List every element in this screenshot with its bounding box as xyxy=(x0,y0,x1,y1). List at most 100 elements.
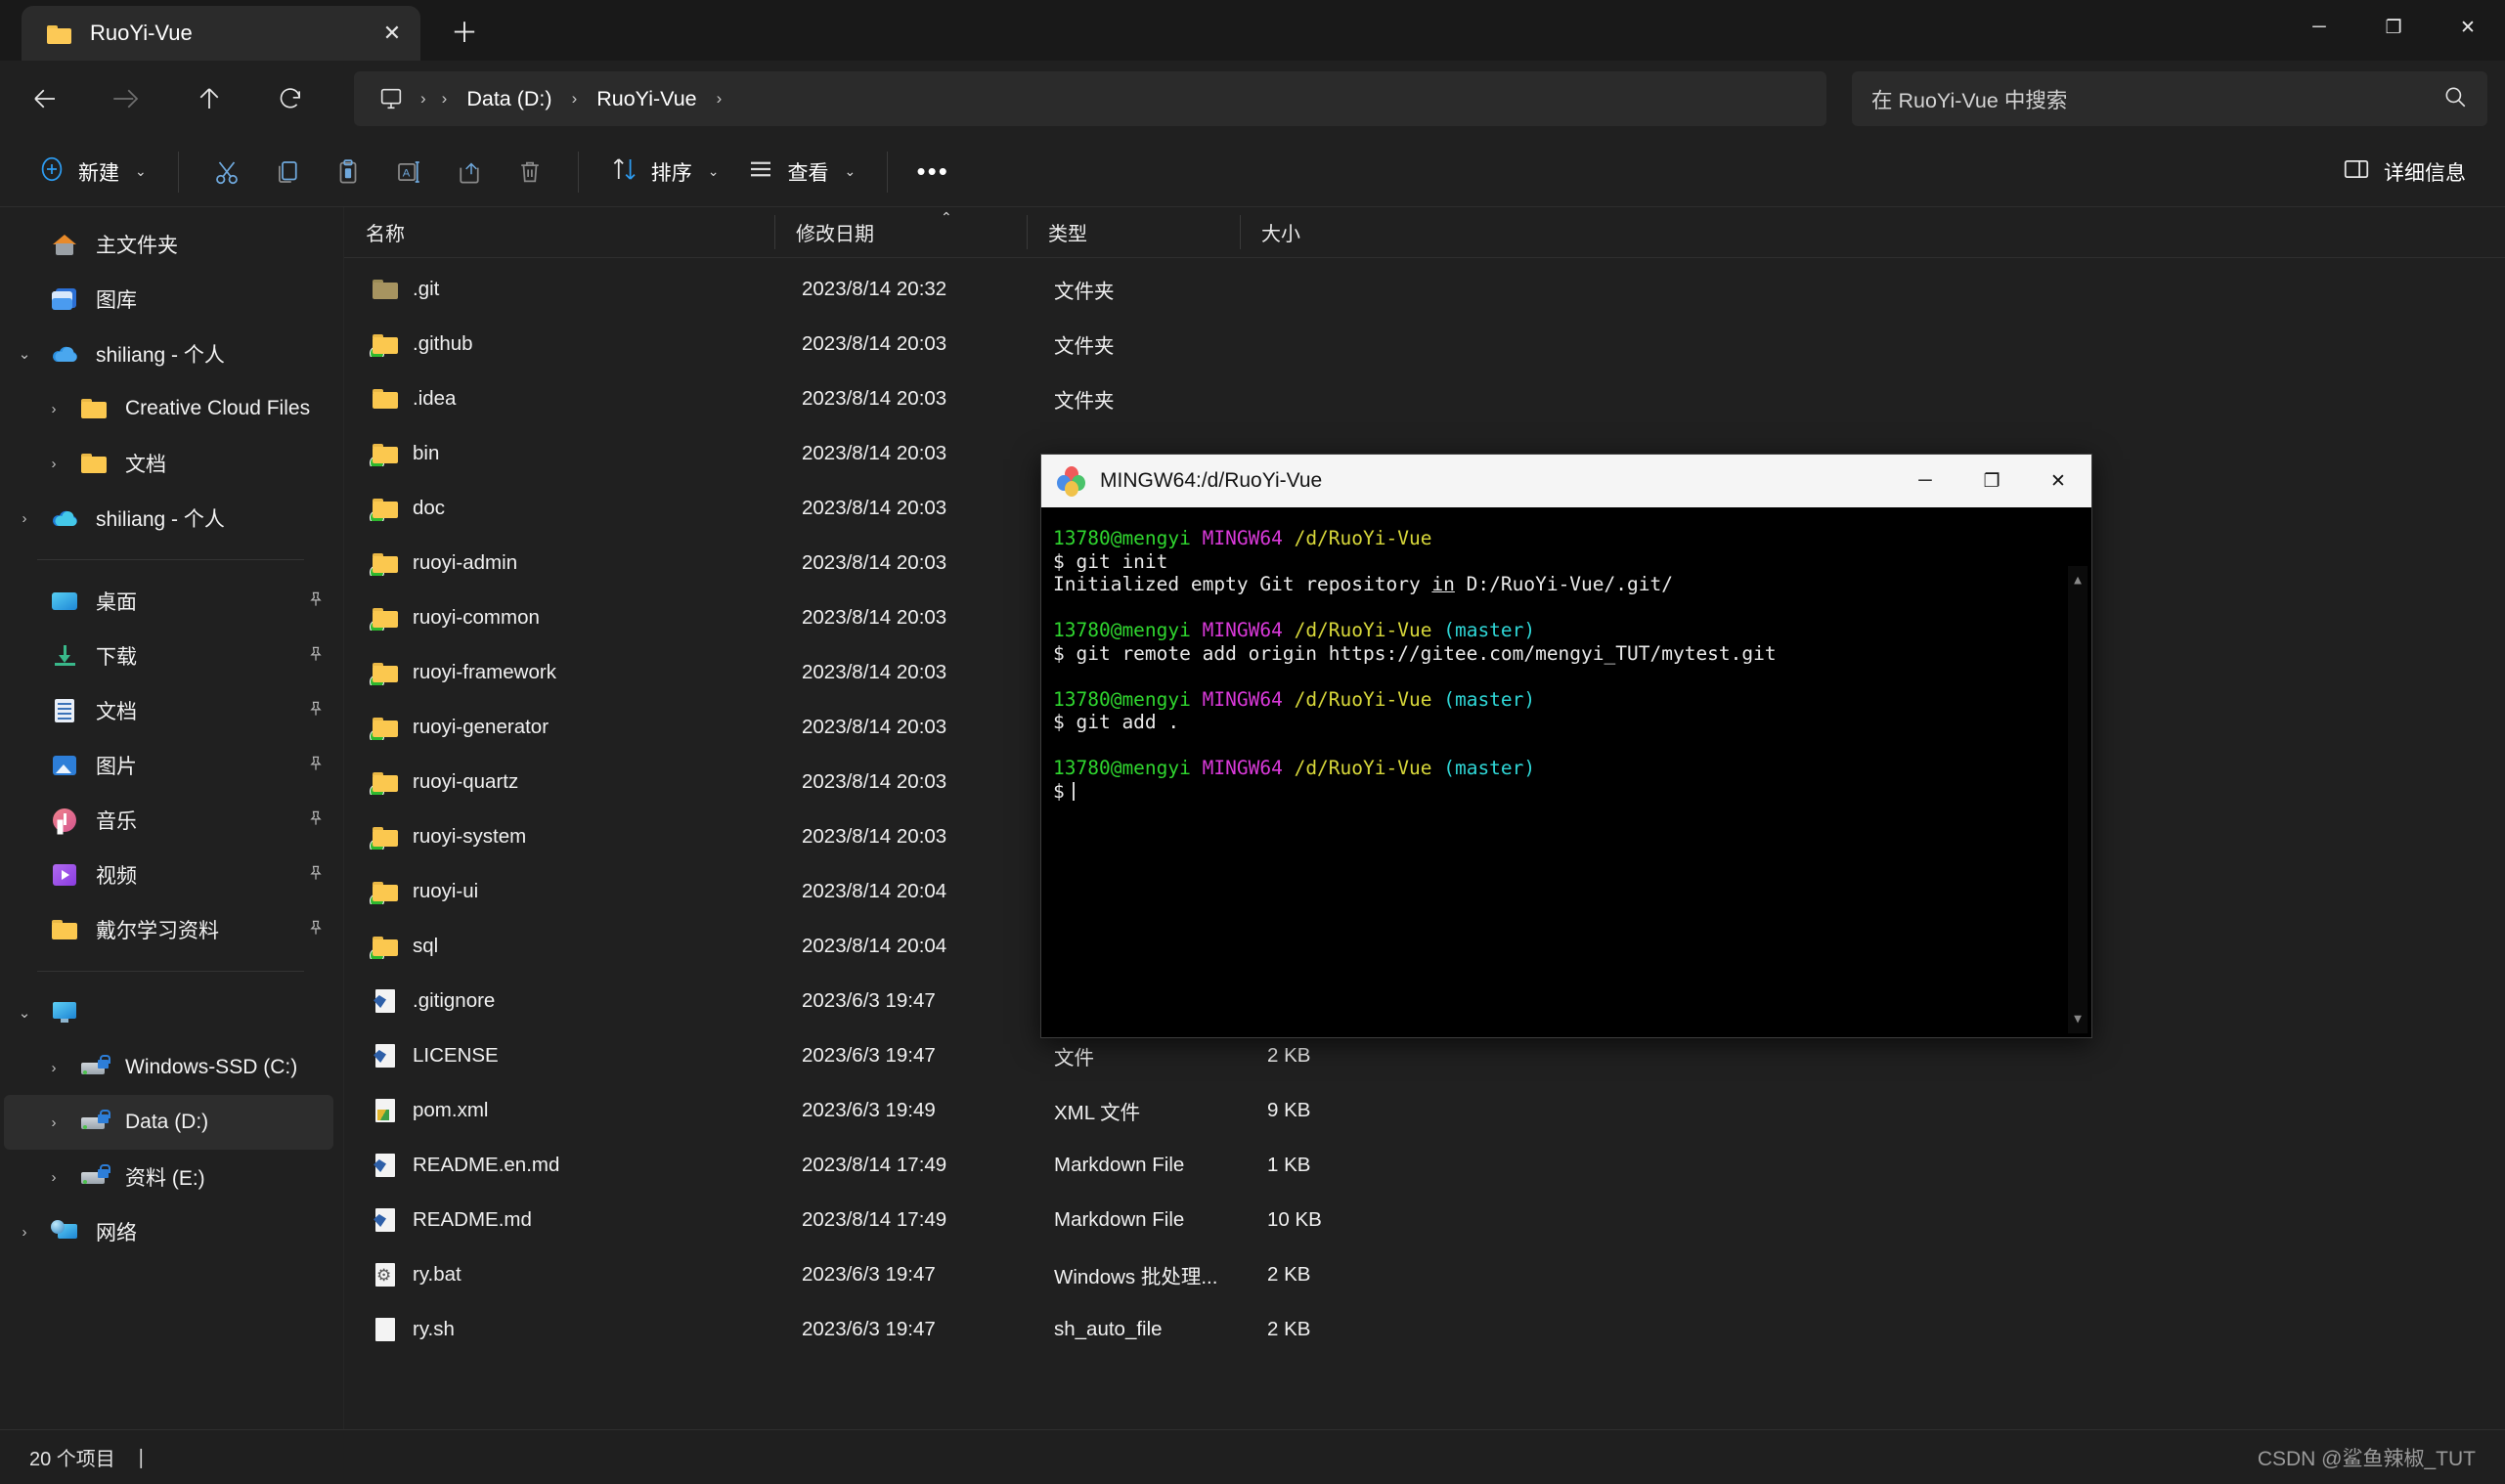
cell-name[interactable]: pom.xml xyxy=(350,1098,780,1123)
share-button[interactable] xyxy=(439,147,500,197)
new-button[interactable]: 新建 ⌄ xyxy=(23,147,160,197)
breadcrumb-separator[interactable]: › xyxy=(709,89,730,109)
cut-button[interactable] xyxy=(197,147,257,197)
sidebar-item-videos[interactable]: 视频 xyxy=(4,848,333,902)
cell-name[interactable]: ruoyi-ui xyxy=(350,879,780,904)
table-row[interactable]: ry.bat 2023/6/3 19:47 Windows 批处理... 2 KB xyxy=(350,1247,2499,1302)
breadcrumb-separator[interactable]: › xyxy=(434,89,456,109)
close-icon[interactable]: ✕ xyxy=(374,15,411,52)
table-row[interactable]: .github 2023/8/14 20:03 文件夹 xyxy=(350,317,2499,371)
cell-name[interactable]: .idea xyxy=(350,386,780,412)
sidebar-item-home[interactable]: 主文件夹 xyxy=(4,217,333,272)
chevron-right-icon[interactable]: › xyxy=(33,1114,74,1131)
column-header-name[interactable]: 名称 xyxy=(344,207,774,257)
chevron-right-icon[interactable]: › xyxy=(33,401,74,417)
maximize-button[interactable]: ❐ xyxy=(2356,0,2431,55)
chevron-right-icon[interactable]: › xyxy=(33,456,74,472)
sidebar-item-pictures[interactable]: 图片 xyxy=(4,738,333,793)
search-input[interactable]: 在 RuoYi-Vue 中搜索 xyxy=(1871,84,2442,114)
refresh-button[interactable] xyxy=(264,71,319,126)
sidebar-item-onedrive-personal-2[interactable]: › shiliang - 个人 xyxy=(4,491,333,546)
sidebar-item-desktop[interactable]: 桌面 xyxy=(4,574,333,629)
minimize-button[interactable]: ─ xyxy=(2282,0,2356,55)
pin-icon[interactable] xyxy=(306,918,326,942)
scroll-down-icon[interactable]: ▼ xyxy=(2074,1005,2082,1034)
cell-name[interactable]: ry.sh xyxy=(350,1317,780,1342)
chevron-right-icon[interactable]: › xyxy=(4,1224,45,1241)
pin-icon[interactable] xyxy=(306,699,326,723)
table-row[interactable]: README.md 2023/8/14 17:49 Markdown File 10 … xyxy=(350,1193,2499,1247)
pin-icon[interactable] xyxy=(306,644,326,669)
close-window-button[interactable]: ✕ xyxy=(2431,0,2505,55)
copy-button[interactable] xyxy=(257,147,318,197)
cell-name[interactable]: ruoyi-generator xyxy=(350,715,780,740)
column-header-type[interactable]: 类型 xyxy=(1027,207,1240,257)
sidebar-item-this-pc[interactable]: ⌄ xyxy=(4,985,333,1040)
column-header-size[interactable]: 大小 xyxy=(1240,207,1396,257)
sidebar-item-creative-cloud-files[interactable]: › Creative Cloud Files xyxy=(4,381,333,436)
cell-name[interactable]: sql xyxy=(350,934,780,959)
chevron-down-icon[interactable]: ⌄ xyxy=(4,1004,45,1022)
table-row[interactable]: ry.sh 2023/6/3 19:47 sh_auto_file 2 KB xyxy=(350,1302,2499,1357)
cell-name[interactable]: bin xyxy=(350,441,780,466)
cell-name[interactable]: .gitignore xyxy=(350,988,780,1014)
cell-name[interactable]: ry.bat xyxy=(350,1262,780,1288)
search-icon[interactable] xyxy=(2442,84,2468,114)
sidebar-item-gallery[interactable]: 图库 xyxy=(4,272,333,327)
forward-button[interactable] xyxy=(100,71,154,126)
table-row[interactable]: .git 2023/8/14 20:32 文件夹 xyxy=(350,262,2499,317)
cell-name[interactable]: ruoyi-framework xyxy=(350,660,780,685)
rename-button[interactable]: A xyxy=(378,147,439,197)
new-tab-button[interactable]: ＋ xyxy=(442,11,487,56)
cell-name[interactable]: ruoyi-admin xyxy=(350,550,780,576)
terminal-close-button[interactable]: ✕ xyxy=(2025,455,2091,507)
search-box[interactable]: 在 RuoYi-Vue 中搜索 xyxy=(1852,71,2487,126)
view-button[interactable]: 查看 ⌄ xyxy=(732,147,869,197)
terminal-scrollbar[interactable]: ▲ ▼ xyxy=(2068,566,2088,1033)
terminal-minimize-button[interactable]: ─ xyxy=(1892,455,1958,507)
terminal-maximize-button[interactable]: ❐ xyxy=(1958,455,2025,507)
address-bar[interactable]: › › Data (D:) › RuoYi-Vue › xyxy=(354,71,1826,126)
cell-name[interactable]: README.en.md xyxy=(350,1153,780,1178)
sidebar-item-dell-study-materials[interactable]: 戴尔学习资料 xyxy=(4,902,333,957)
details-pane-button[interactable]: 详细信息 xyxy=(2326,147,2482,197)
chevron-right-icon[interactable]: › xyxy=(4,510,45,527)
sidebar-item-documents-od[interactable]: › 文档 xyxy=(4,436,333,491)
sidebar-item-music[interactable]: 音乐 xyxy=(4,793,333,848)
table-row[interactable]: pom.xml 2023/6/3 19:49 XML 文件 9 KB xyxy=(350,1083,2499,1138)
column-header-date[interactable]: 修改日期 xyxy=(774,207,1027,257)
cell-name[interactable]: .github xyxy=(350,331,780,357)
sidebar-item-downloads[interactable]: 下载 xyxy=(4,629,333,683)
sort-button[interactable]: 排序 ⌄ xyxy=(596,147,733,197)
sidebar-item-onedrive-personal[interactable]: ⌄ shiliang - 个人 xyxy=(4,327,333,381)
sidebar-item-documents[interactable]: 文档 xyxy=(4,683,333,738)
pin-icon[interactable] xyxy=(306,863,326,888)
terminal-scrollbar-track[interactable]: ▲ ▼ xyxy=(2068,566,2088,1033)
more-options-button[interactable]: ••• xyxy=(905,147,960,197)
cell-name[interactable]: ruoyi-quartz xyxy=(350,769,780,795)
breadcrumb-drive[interactable]: Data (D:) xyxy=(455,81,563,117)
this-pc-icon[interactable] xyxy=(370,85,413,112)
cell-name[interactable]: ruoyi-common xyxy=(350,605,780,631)
cell-name[interactable]: LICENSE xyxy=(350,1043,780,1069)
breadcrumb-separator[interactable]: › xyxy=(413,89,434,109)
terminal-titlebar[interactable]: MINGW64:/d/RuoYi-Vue ─ ❐ ✕ xyxy=(1041,455,2091,507)
breadcrumb-separator[interactable]: › xyxy=(564,89,586,109)
paste-button[interactable] xyxy=(318,147,378,197)
table-row[interactable]: .idea 2023/8/14 20:03 文件夹 xyxy=(350,371,2499,426)
breadcrumb-folder[interactable]: RuoYi-Vue xyxy=(585,81,708,117)
sidebar-item-data-e[interactable]: › 资料 (E:) xyxy=(4,1150,333,1204)
up-button[interactable] xyxy=(182,71,237,126)
pin-icon[interactable] xyxy=(306,589,326,614)
table-row[interactable]: README.en.md 2023/8/14 17:49 Markdown File… xyxy=(350,1138,2499,1193)
delete-button[interactable] xyxy=(500,147,560,197)
cell-name[interactable]: doc xyxy=(350,496,780,521)
sidebar-item-windows-ssd-c[interactable]: › Windows-SSD (C:) xyxy=(4,1040,333,1095)
sidebar-item-network[interactable]: › 网络 xyxy=(4,1204,333,1259)
pin-icon[interactable] xyxy=(306,754,326,778)
tab-ruoyi-vue[interactable]: RuoYi-Vue ✕ xyxy=(22,6,420,61)
mingw64-terminal-window[interactable]: MINGW64:/d/RuoYi-Vue ─ ❐ ✕ 13780@mengyi … xyxy=(1040,454,2092,1038)
terminal-output[interactable]: 13780@mengyi MINGW64 /d/RuoYi-Vue $ git i… xyxy=(1041,507,2091,1037)
navigation-sidebar[interactable]: 主文件夹 图库 ⌄ shiliang - 个人 › Creative Cloud… xyxy=(0,207,344,1429)
pin-icon[interactable] xyxy=(306,808,326,833)
